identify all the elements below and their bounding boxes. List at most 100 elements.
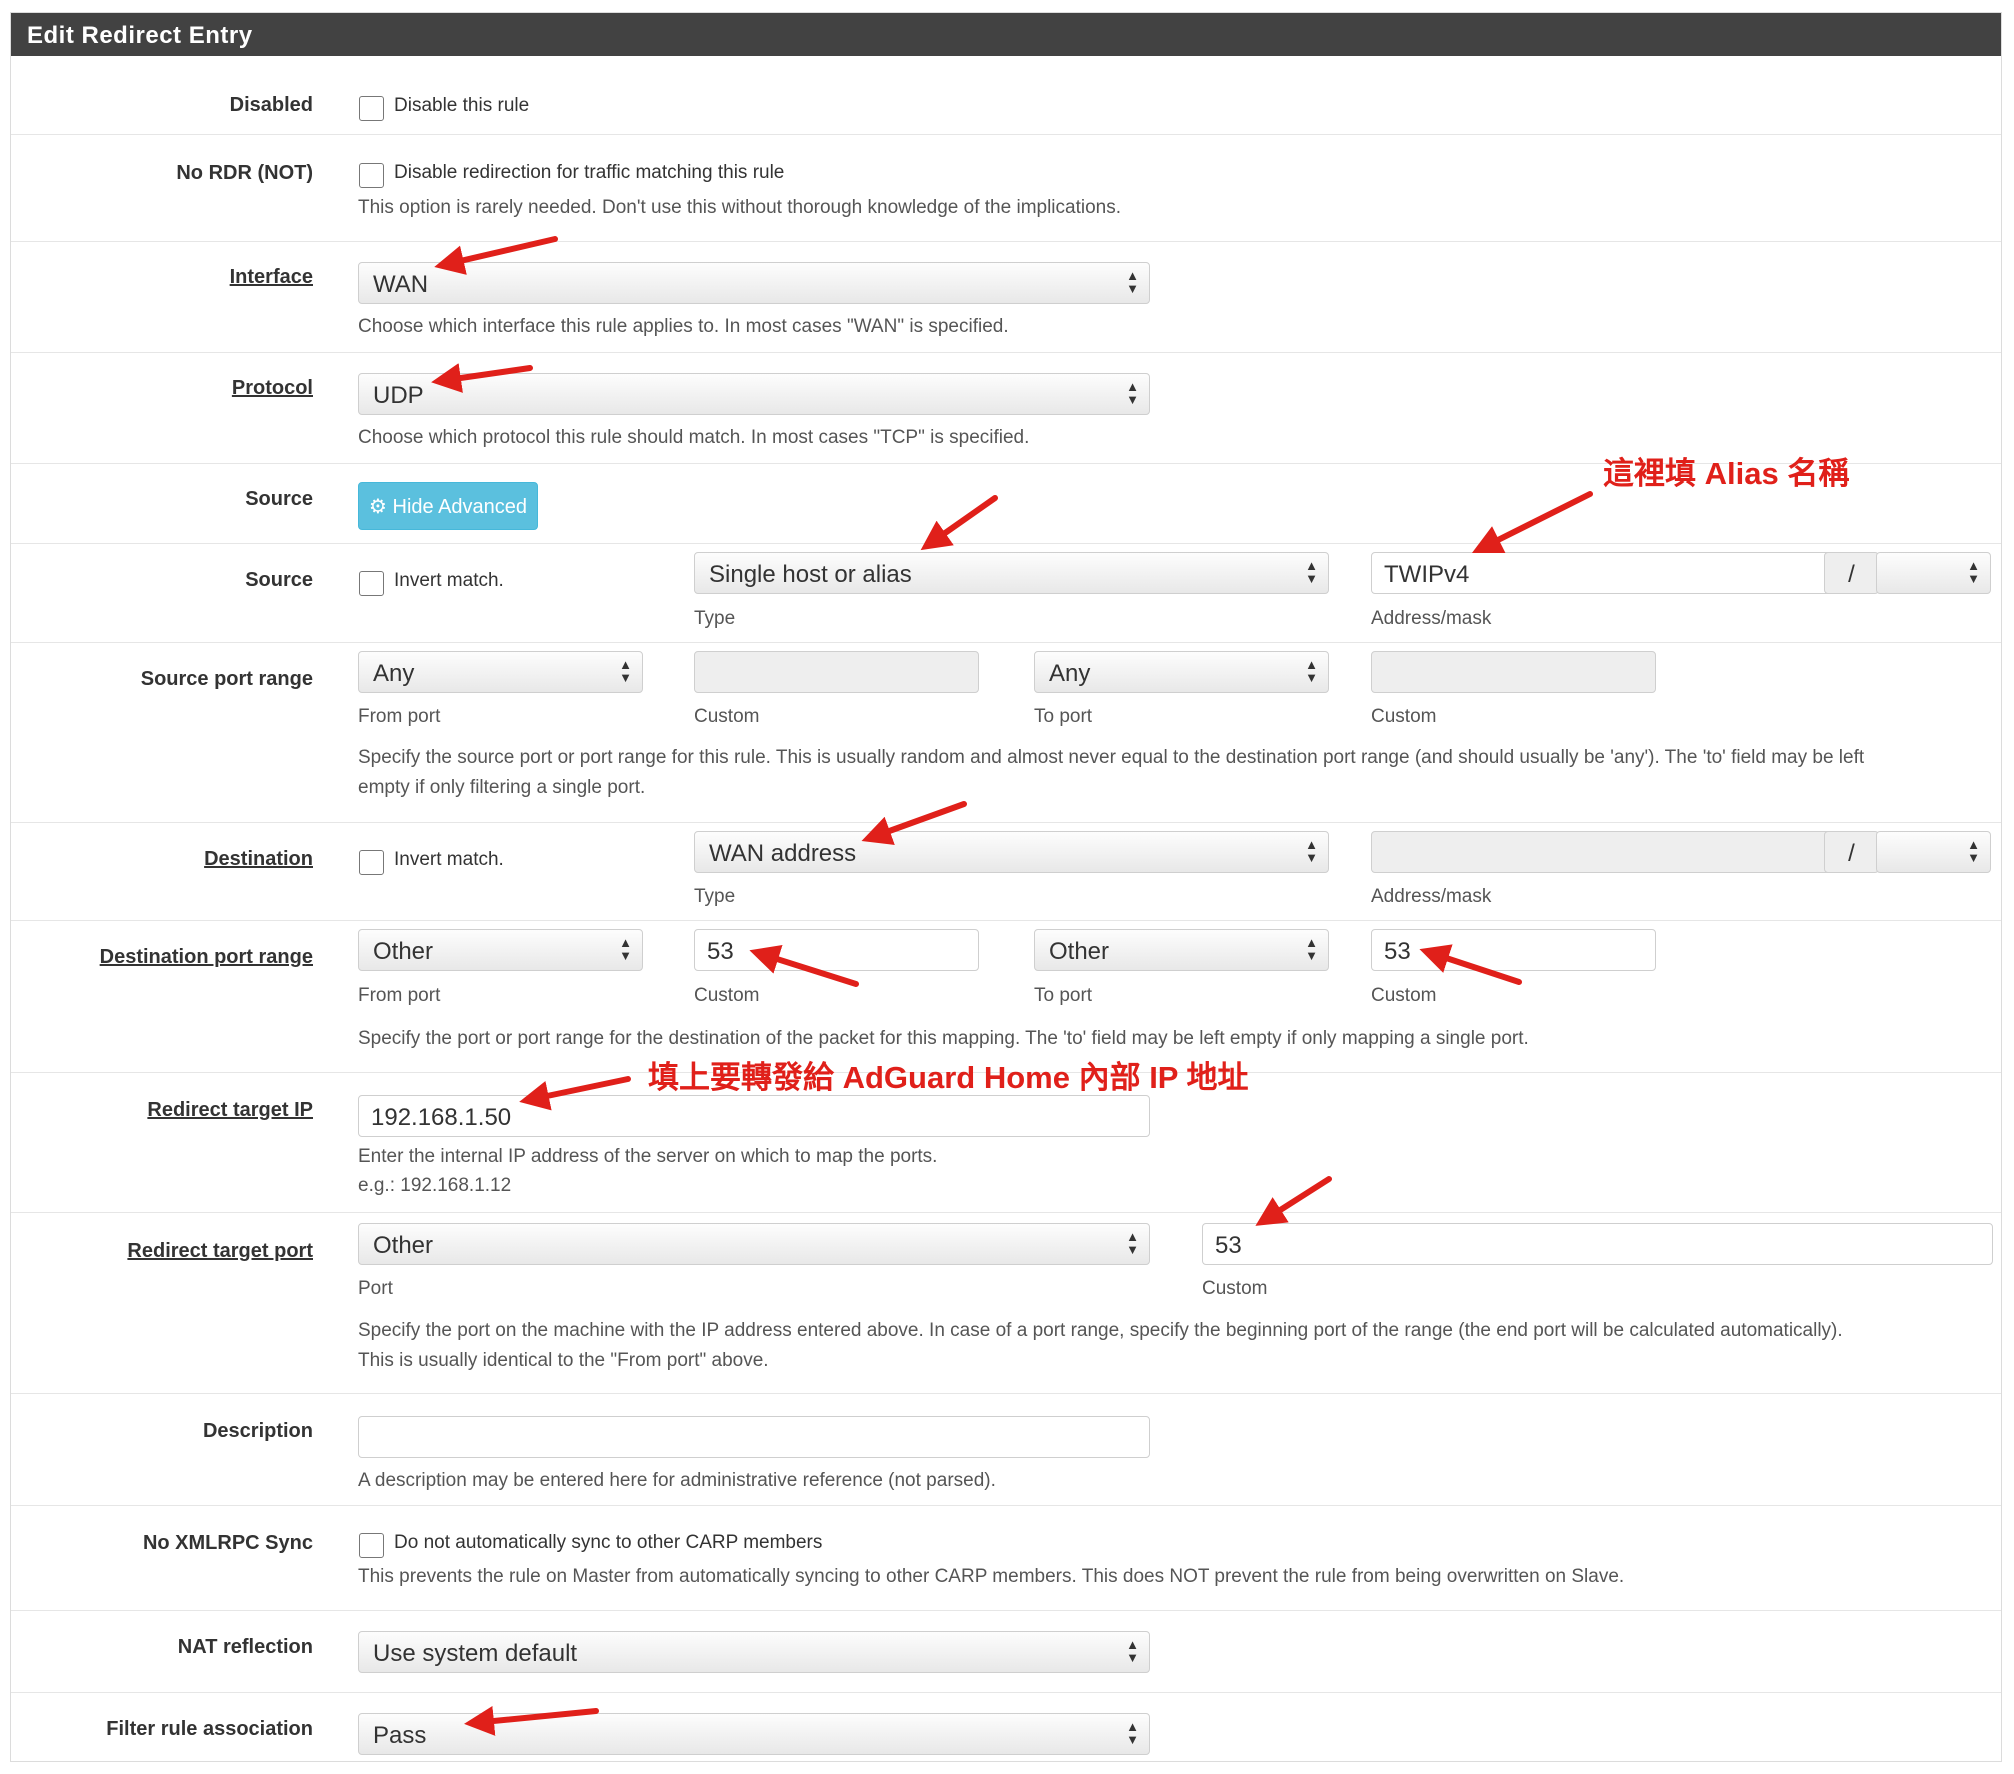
row-interface: Interface WAN ▲ ▼ Choose which interface … [11, 242, 2001, 353]
hide-advanced-button[interactable]: ⚙ Hide Advanced [358, 482, 539, 530]
nat-reflection-value: Use system default [373, 1640, 578, 1667]
updown-arrows-icon: ▲ ▼ [1126, 1229, 1139, 1257]
dest-custom1-input[interactable]: 53 [694, 929, 979, 971]
target-port-help-1: Specify the port on the machine with the… [358, 1320, 1843, 1341]
row-dest-port: Destination port range Other ▲ ▼ From por… [11, 921, 2001, 1073]
target-ip-input[interactable]: 192.168.1.50 [358, 1095, 1150, 1137]
protocol-select-value: UDP [373, 382, 424, 409]
updown-arrows-icon: ▲ ▼ [1126, 268, 1139, 296]
nordr-checkbox-text: Disable redirection for traffic matching… [394, 162, 785, 183]
source-invert-checkbox[interactable] [359, 571, 384, 596]
protocol-select[interactable]: UDP ▲ ▼ [358, 373, 1150, 415]
interface-help: Choose which interface this rule applies… [358, 316, 1009, 337]
source-from-port-value: Any [373, 660, 415, 687]
source-custom1-input[interactable] [694, 651, 979, 693]
source-custom2-input[interactable] [1371, 651, 1656, 693]
row-source-port: Source port range Any ▲ ▼ From port Custo… [11, 643, 2001, 823]
row-nordr: No RDR (NOT) Disable redirection for tra… [11, 135, 2001, 242]
label-source-port: Source port range [140, 668, 313, 690]
label-source-advanced: Source [245, 488, 313, 510]
dest-from-port-value: Other [373, 938, 434, 965]
updown-arrows-icon: ▲ ▼ [1305, 558, 1318, 586]
dest-from-port-select[interactable]: Other ▲ ▼ [358, 929, 643, 971]
row-disabled: Disabled Disable this rule [11, 56, 2001, 135]
interface-select[interactable]: WAN ▲ ▼ [358, 262, 1150, 304]
updown-arrows-icon: ▲ ▼ [619, 935, 632, 963]
updown-arrows-icon: ▲ ▼ [1126, 379, 1139, 407]
target-port-select[interactable]: Other ▲ ▼ [358, 1223, 1150, 1265]
row-xmlrpc: No XMLRPC Sync Do not automatically sync… [11, 1506, 2001, 1611]
source-to-port-value: Any [1049, 660, 1091, 687]
nordr-checkbox[interactable] [359, 163, 384, 188]
destination-mask-select[interactable]: ▲ ▼ [1876, 831, 1991, 873]
hide-advanced-label: Hide Advanced [392, 496, 528, 518]
source-to-port-select[interactable]: Any ▲ ▼ [1034, 651, 1329, 693]
source-custom2-label: Custom [1371, 706, 1437, 727]
row-destination: Destination Invert match. WAN address ▲ ▼… [11, 823, 2001, 921]
dest-to-port-label: To port [1034, 985, 1093, 1006]
source-from-port-select[interactable]: Any ▲ ▼ [358, 651, 643, 693]
destination-type-select[interactable]: WAN address ▲ ▼ [694, 831, 1329, 873]
label-interface: Interface [229, 266, 313, 288]
row-description: Description A description may be entered… [11, 1394, 2001, 1506]
updown-arrows-icon: ▲ ▼ [1126, 1637, 1139, 1665]
dest-custom2-label: Custom [1371, 985, 1437, 1006]
source-to-port-label: To port [1034, 706, 1093, 727]
dest-to-port-value: Other [1049, 938, 1110, 965]
dest-custom2-value: 53 [1384, 938, 1411, 965]
source-type-value: Single host or alias [709, 561, 912, 588]
alias-annotation: 這裡填 Alias 名稱 [1603, 456, 1850, 491]
disabled-checkbox-text: Disable this rule [394, 95, 530, 116]
destination-invert-checkbox[interactable] [359, 850, 384, 875]
protocol-help: Choose which protocol this rule should m… [358, 427, 1030, 448]
label-xmlrpc: No XMLRPC Sync [142, 1532, 313, 1554]
updown-arrows-icon: ▲ ▼ [1305, 935, 1318, 963]
label-dest-port: Destination port range [99, 946, 313, 968]
dest-port-help: Specify the port or port range for the d… [358, 1028, 1529, 1049]
label-protocol: Protocol [231, 377, 313, 399]
updown-arrows-icon: ▲ ▼ [1126, 1719, 1139, 1747]
source-address-input[interactable]: TWIPv4 [1371, 552, 1834, 594]
destination-type-label: Type [694, 886, 736, 907]
row-filter-assoc: Filter rule association Pass ▲ ▼ [11, 1693, 2001, 1763]
xmlrpc-checkbox[interactable] [359, 1533, 384, 1558]
target-port-label: Port [358, 1278, 393, 1299]
description-help: A description may be entered here for ad… [358, 1470, 996, 1491]
xmlrpc-help: This prevents the rule on Master from au… [358, 1566, 1625, 1587]
xmlrpc-checkbox-text: Do not automatically sync to other CARP … [394, 1532, 823, 1553]
filter-assoc-value: Pass [373, 1722, 427, 1749]
destination-address-input[interactable] [1371, 831, 1834, 873]
source-address-label: Address/mask [1371, 608, 1492, 629]
dest-custom2-input[interactable]: 53 [1371, 929, 1656, 971]
source-port-help-2: empty if only filtering a single port. [358, 777, 646, 798]
row-source: Source Invert match. Single host or alia… [11, 544, 2001, 643]
source-address-value: TWIPv4 [1384, 561, 1470, 588]
nat-reflection-select[interactable]: Use system default ▲ ▼ [358, 1631, 1150, 1673]
gear-icon: ⚙ [369, 496, 387, 518]
source-type-select[interactable]: Single host or alias ▲ ▼ [694, 552, 1329, 594]
destination-address-label: Address/mask [1371, 886, 1492, 907]
target-port-custom-input[interactable]: 53 [1202, 1223, 1993, 1265]
target-port-custom-label: Custom [1202, 1278, 1268, 1299]
source-mask-select[interactable]: ▲ ▼ [1876, 552, 1991, 594]
destination-slash: / [1824, 831, 1879, 873]
disabled-checkbox[interactable] [359, 96, 384, 121]
updown-arrows-icon: ▲ ▼ [619, 657, 632, 685]
updown-arrows-icon: ▲ ▼ [1967, 837, 1980, 865]
filter-assoc-select[interactable]: Pass ▲ ▼ [358, 1713, 1150, 1755]
row-target-port: Redirect target port Other ▲ ▼ Port 53 Cu… [11, 1213, 2001, 1394]
destination-type-value: WAN address [709, 840, 857, 867]
label-target-port: Redirect target port [127, 1240, 313, 1262]
destination-invert-text: Invert match. [394, 849, 504, 870]
description-input[interactable] [358, 1416, 1150, 1458]
source-type-label: Type [694, 608, 736, 629]
panel-title: Edit Redirect Entry [11, 13, 2001, 56]
updown-arrows-icon: ▲ ▼ [1967, 558, 1980, 586]
dest-to-port-select[interactable]: Other ▲ ▼ [1034, 929, 1329, 971]
label-nat-reflection: NAT reflection [177, 1636, 313, 1658]
label-description: Description [202, 1420, 313, 1442]
source-from-port-label: From port [358, 706, 441, 727]
target-ip-help-1: Enter the internal IP address of the ser… [358, 1146, 938, 1167]
label-filter-assoc: Filter rule association [106, 1718, 313, 1740]
source-slash: / [1824, 552, 1879, 594]
